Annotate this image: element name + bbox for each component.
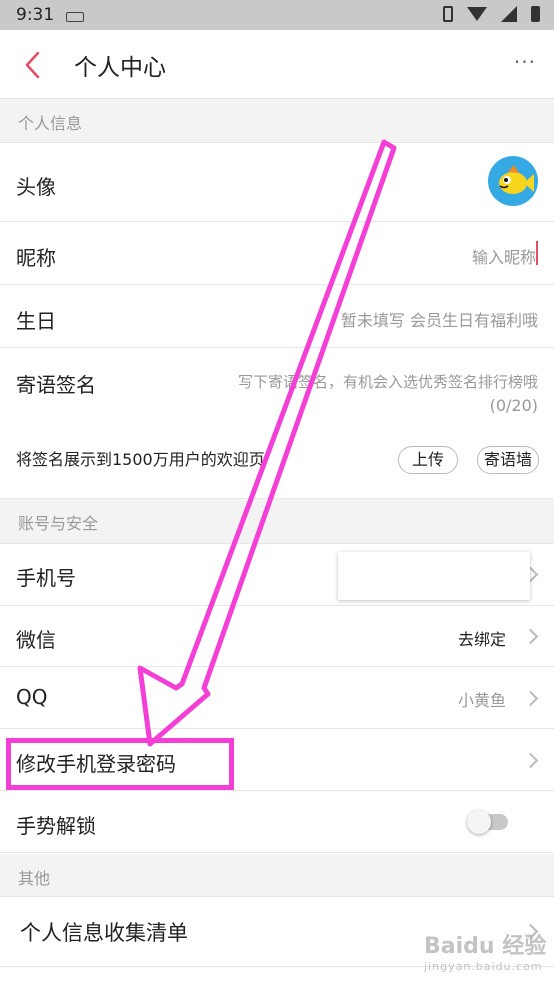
- signature-label: 寄语签名: [16, 373, 96, 397]
- signature-input[interactable]: 写下寄语签名，有机会入选优秀签名排行榜哦: [238, 371, 538, 392]
- upload-button[interactable]: 上传: [398, 446, 458, 474]
- section-title: 账号与安全: [18, 514, 99, 533]
- text-cursor: [536, 241, 538, 265]
- avatar[interactable]: [488, 156, 538, 206]
- signal-icon: [501, 6, 517, 22]
- wechat-label: 微信: [16, 628, 56, 652]
- status-icons: [443, 6, 540, 22]
- gesture-lock-label: 手势解锁: [16, 814, 96, 838]
- phone-label: 手机号: [16, 566, 76, 590]
- annotation-highlight-box: [6, 738, 234, 790]
- collection-list-label: 个人信息收集清单: [20, 921, 188, 945]
- birthday-value: 暂未填写 会员生日有福利哦: [340, 311, 538, 330]
- birthday-label: 生日: [16, 309, 56, 333]
- signature-share-text: 将签名展示到1500万用户的欢迎页: [16, 450, 265, 469]
- signature-wall-button[interactable]: 寄语墙: [477, 446, 539, 474]
- redaction-box: [338, 552, 530, 600]
- wechat-value: 去绑定: [457, 630, 506, 649]
- section-title: 其他: [18, 869, 51, 888]
- section-header-other: 其他: [0, 854, 554, 897]
- page-title: 个人中心: [74, 55, 166, 81]
- wifi-icon: [467, 7, 487, 21]
- section-header-personal: 个人信息: [0, 99, 554, 143]
- signature-counter: (0/20): [489, 396, 538, 415]
- vibrate-icon: [443, 6, 453, 22]
- signature-row[interactable]: 寄语签名 写下寄语签名，有机会入选优秀签名排行榜哦 (0/20): [0, 349, 554, 433]
- section-header-account: 账号与安全: [0, 499, 554, 544]
- baidu-watermark: Baidu 经验 jingyan.baidu.com: [424, 928, 546, 973]
- status-bar: 9:31: [0, 0, 554, 30]
- toggle-knob: [467, 810, 491, 834]
- nickname-input[interactable]: 输入昵称: [472, 244, 536, 268]
- app-bar: 个人中心 ···: [0, 30, 554, 99]
- chevron-right-icon: [522, 690, 539, 707]
- avatar-row[interactable]: 头像: [0, 143, 554, 222]
- fish-icon: [499, 165, 534, 194]
- birthday-row[interactable]: 生日 暂未填写 会员生日有福利哦: [0, 286, 554, 348]
- avatar-label: 头像: [16, 175, 56, 199]
- nickname-label: 昵称: [16, 246, 56, 270]
- keyboard-icon: [66, 12, 84, 22]
- qq-label: QQ: [16, 685, 48, 709]
- signature-share-row: 将签名展示到1500万用户的欢迎页 上传 寄语墙: [0, 433, 554, 499]
- nickname-row[interactable]: 昵称 输入昵称: [0, 223, 554, 285]
- status-time: 9:31: [16, 5, 55, 25]
- qq-value: 小黄鱼: [457, 691, 506, 710]
- chevron-right-icon: [522, 628, 539, 645]
- watermark-brand: Baidu 经验: [424, 934, 547, 959]
- chevron-right-icon: [522, 752, 539, 769]
- back-arrow-icon[interactable]: [18, 50, 48, 80]
- battery-icon: [531, 6, 540, 22]
- wechat-row[interactable]: 微信 去绑定: [0, 607, 554, 667]
- qq-row[interactable]: QQ 小黄鱼: [0, 668, 554, 729]
- more-options-icon[interactable]: ···: [514, 50, 536, 74]
- gesture-lock-toggle[interactable]: [467, 810, 508, 834]
- watermark-url: jingyan.baidu.com: [424, 960, 543, 973]
- gesture-lock-row: 手势解锁: [0, 792, 554, 853]
- section-title: 个人信息: [18, 114, 83, 133]
